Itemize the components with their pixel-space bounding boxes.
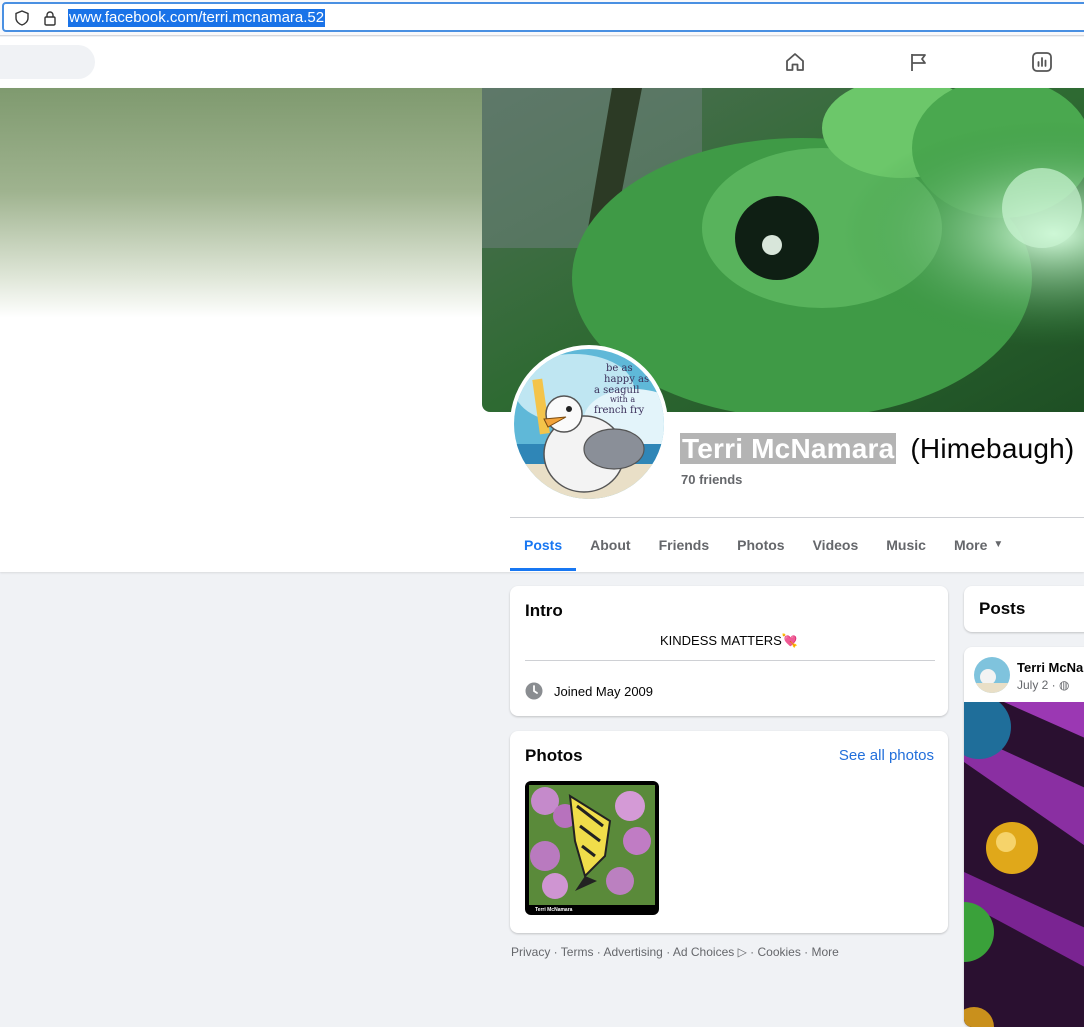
tab-label: Friends [658,536,710,553]
photos-title[interactable]: Photos [525,746,583,766]
avatar-text: french fry [594,405,645,416]
tab-photos[interactable]: Photos [723,518,798,571]
post-author-avatar[interactable] [974,657,1010,693]
profile-name-primary[interactable]: Terri McNamara [680,433,897,464]
tab-label: Music [886,536,926,553]
footer-link-terms[interactable]: Terms [561,945,594,959]
tab-label: Posts [524,536,563,553]
footer-link-cookies[interactable]: Cookies [757,945,800,959]
tab-about[interactable]: About [576,518,644,571]
post-image[interactable] [964,702,1084,1027]
tab-videos[interactable]: Videos [799,518,873,571]
posts-title: Posts [979,599,1026,618]
post-date[interactable]: July 2 · ◍ [1017,678,1070,692]
tab-label: More [953,536,988,553]
tab-posts[interactable]: Posts [510,518,577,571]
photo-thumbnail[interactable]: Terri McNamara [525,781,659,915]
tab-more[interactable]: More ▼ [940,518,1017,571]
tab-label: About [590,536,631,553]
caret-down-icon: ▼ [993,539,1004,550]
divider [525,660,935,661]
joined-row: Joined May 2009 [525,682,653,700]
search-input[interactable] [0,45,95,79]
footer-link-advertising[interactable]: Advertising [603,945,662,959]
tab-label: Photos [737,536,785,553]
ad-choices-icon: ▷ [734,945,747,959]
browser-toolbar: www.facebook.com/terri.mcnamara.52 [0,0,1084,36]
url-text[interactable]: www.facebook.com/terri.mcnamara.52 [68,9,326,27]
profile-name-alternate: (Himebaugh) [910,433,1075,464]
joined-text: Joined May 2009 [554,683,654,699]
tab-music[interactable]: Music [872,518,940,571]
cover-background [0,88,482,318]
avatar-text: be as [606,363,633,374]
avatar-text: happy as [604,374,649,385]
posts-header-card: Posts [964,586,1084,632]
flag-icon[interactable] [907,50,931,74]
avatar-text: with a [610,395,635,404]
chart-icon[interactable] [1030,50,1054,74]
home-icon[interactable] [783,50,807,74]
post-card: Terri McNa July 2 · ◍ [964,647,1084,1027]
friends-count[interactable]: 70 friends [681,472,742,487]
intro-title: Intro [525,601,563,620]
footer-link-ad-choices[interactable]: Ad Choices [673,945,734,959]
footer-links: Privacy · Terms · Advertising · Ad Choic… [511,945,839,959]
footer-link-more[interactable]: More [812,945,839,959]
tab-friends[interactable]: Friends [645,518,724,571]
post-date-text: July 2 · [1017,678,1060,692]
see-all-photos-link[interactable]: See all photos [839,747,934,764]
globe-icon: ◍ [1059,678,1070,692]
tab-label: Videos [812,536,859,553]
profile-tabs: Posts About Friends Photos Videos Music … [510,518,1017,571]
address-bar[interactable]: www.facebook.com/terri.mcnamara.52 [2,2,1084,32]
profile-avatar[interactable]: be as happy as a seagull with a french f… [510,345,668,503]
clock-icon [525,682,543,700]
profile-name: Terri McNamara (Himebaugh) [680,433,1074,465]
post-author-name[interactable]: Terri McNa [1017,660,1083,675]
footer-link-privacy[interactable]: Privacy [511,945,550,959]
intro-bio: KINDESS MATTERS💘 [659,633,799,648]
lock-icon[interactable] [42,10,58,26]
top-navigation [0,37,1084,88]
photo-caption: Terri McNamara [535,907,573,913]
intro-card: Intro KINDESS MATTERS💘 Joined May 2009 [510,586,948,716]
photos-card: Photos See all photos Terri McNamara [510,731,948,933]
shield-icon[interactable] [14,10,30,26]
